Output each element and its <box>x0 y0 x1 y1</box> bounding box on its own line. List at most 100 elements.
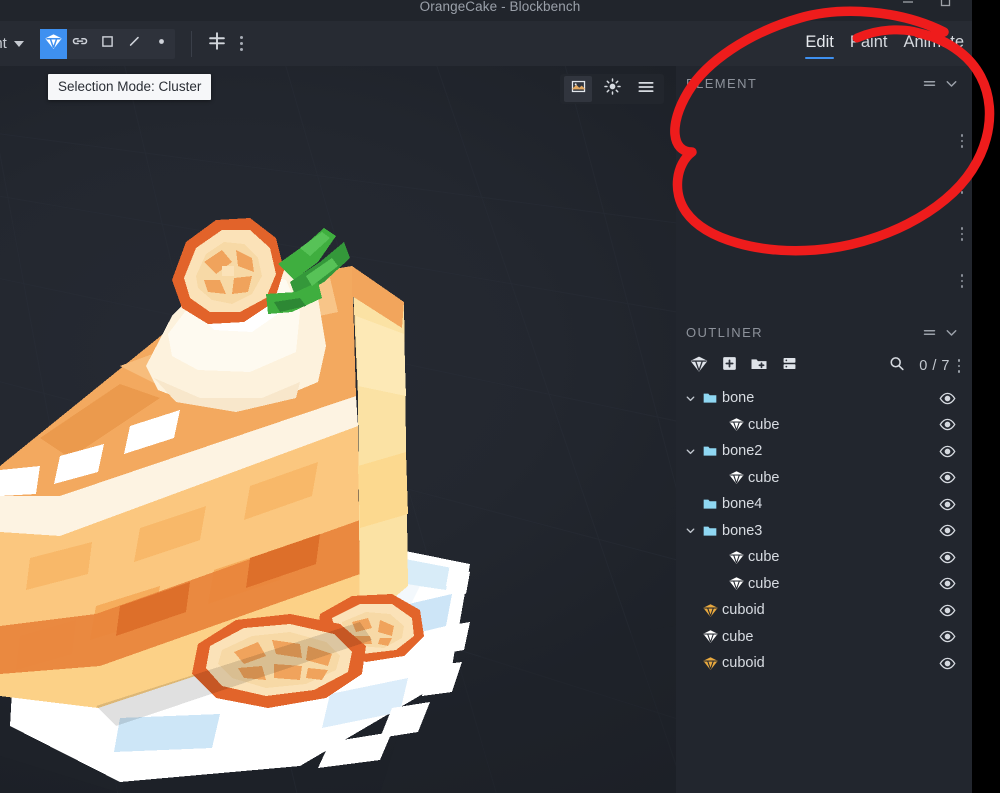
add-group-button[interactable] <box>744 352 774 380</box>
outliner-item-cube[interactable]: cube <box>676 571 972 598</box>
outliner-options-button[interactable] <box>774 352 804 380</box>
tab-animate[interactable]: Animate <box>903 33 964 54</box>
selection-mode-cluster[interactable] <box>39 28 67 59</box>
orange-cake-model[interactable] <box>0 66 676 793</box>
search-icon <box>887 354 906 378</box>
vertical-dots-icon <box>957 359 961 362</box>
maximize-button[interactable] <box>938 0 954 9</box>
selection-mode-face[interactable] <box>94 29 121 59</box>
outliner-item-bone[interactable]: bone <box>676 385 972 412</box>
parent-selector[interactable]: ent <box>0 35 32 52</box>
mode-tabs: Edit Paint Animate <box>676 21 972 66</box>
visibility-toggle-eye-icon[interactable] <box>936 602 958 619</box>
right-black-strip <box>972 0 1000 793</box>
outliner-item-bone3[interactable]: bone3 <box>676 518 972 545</box>
folder-icon <box>698 496 722 512</box>
element-panel-body <box>676 100 972 315</box>
outliner-item-label: bone4 <box>722 496 763 513</box>
window-title: OrangeCake - Blockbench <box>419 0 581 14</box>
folder-icon <box>698 390 722 406</box>
cube-icon <box>689 354 709 379</box>
folder-icon <box>698 523 722 539</box>
selection-mode-link[interactable] <box>67 29 94 59</box>
selection-mode-edge[interactable] <box>121 29 148 59</box>
outliner-item-cube[interactable]: cube <box>676 544 972 571</box>
cuboid-icon <box>698 655 722 672</box>
element-panel-collapse-button[interactable] <box>940 72 962 94</box>
visibility-toggle-eye-icon[interactable] <box>936 575 958 592</box>
tab-edit[interactable]: Edit <box>805 33 835 59</box>
cube-icon <box>724 416 748 433</box>
visibility-toggle-eye-icon[interactable] <box>936 549 958 566</box>
image-icon <box>570 78 587 100</box>
cube-icon <box>724 575 748 592</box>
visibility-toggle-eye-icon[interactable] <box>936 469 958 486</box>
selection-mode-vertex[interactable] <box>148 29 175 59</box>
chevron-down-icon <box>13 40 24 47</box>
outliner-item-label: bone2 <box>722 443 763 460</box>
outliner-item-label: cube <box>748 575 780 592</box>
outliner-search-button[interactable] <box>881 352 911 380</box>
panel-drag-handle[interactable] <box>957 134 967 148</box>
outliner-selection-count: 0 / 7 <box>919 358 950 374</box>
outliner-item-cube[interactable]: cube <box>676 412 972 439</box>
title-bar: OrangeCake - Blockbench <box>0 0 1000 21</box>
element-panel-title: ELEMENT <box>686 75 758 91</box>
outliner-panel-menu-button[interactable] <box>918 321 940 343</box>
chevron-down-icon[interactable] <box>682 445 698 458</box>
outliner-item-label: cube <box>748 416 780 433</box>
outliner-item-label: cube <box>748 549 780 566</box>
panel-drag-handle[interactable] <box>957 274 967 288</box>
outliner-item-label: cube <box>748 469 780 486</box>
cuboid-icon <box>698 602 722 619</box>
outliner-toolbar: 0 / 7 <box>676 349 972 383</box>
outliner-item-cube[interactable]: cube <box>676 465 972 492</box>
minimize-button[interactable] <box>900 0 916 9</box>
cube-icon <box>724 469 748 486</box>
panel-drag-handle[interactable] <box>957 227 967 241</box>
folder-icon <box>698 443 722 459</box>
outliner-item-bone4[interactable]: bone4 <box>676 491 972 518</box>
tab-paint[interactable]: Paint <box>850 33 888 54</box>
element-panel-menu-button[interactable] <box>918 72 940 94</box>
visibility-toggle-eye-icon[interactable] <box>936 496 958 513</box>
list-icon <box>780 354 799 378</box>
visibility-toggle-eye-icon[interactable] <box>936 628 958 645</box>
outliner-cube-filter-button[interactable] <box>684 352 714 380</box>
visibility-toggle-eye-icon[interactable] <box>936 522 958 539</box>
3d-viewport[interactable] <box>0 66 676 793</box>
outliner-item-cuboid[interactable]: cuboid <box>676 597 972 624</box>
visibility-toggle-eye-icon[interactable] <box>936 416 958 433</box>
chevron-down-icon[interactable] <box>682 524 698 537</box>
add-cube-button[interactable] <box>714 352 744 380</box>
selection-mode-tooltip: Selection Mode: Cluster <box>48 74 212 100</box>
hamburger-icon <box>636 77 656 102</box>
outliner-overflow-button[interactable] <box>952 359 966 373</box>
toolbar-overflow-button[interactable] <box>233 29 251 59</box>
visibility-toggle-eye-icon[interactable] <box>936 390 958 407</box>
element-panel-header: ELEMENT <box>676 66 972 100</box>
panel-drag-handle[interactable] <box>957 180 967 194</box>
outliner-item-cube[interactable]: cube <box>676 624 972 651</box>
viewport-menu-button[interactable] <box>632 76 660 102</box>
line-icon <box>126 33 143 55</box>
visibility-toggle-eye-icon[interactable] <box>936 443 958 460</box>
outliner-item-label: bone3 <box>722 522 763 539</box>
outliner-item-bone2[interactable]: bone2 <box>676 438 972 465</box>
toolbar-divider <box>190 30 192 57</box>
outliner-panel-collapse-button[interactable] <box>940 321 962 343</box>
visibility-toggle-eye-icon[interactable] <box>936 655 958 672</box>
chevron-down-icon[interactable] <box>682 392 698 405</box>
viewport-toolbar <box>560 74 664 104</box>
selection-mode-group <box>39 28 175 59</box>
cube-icon <box>724 549 748 566</box>
viewport-brightness-button[interactable] <box>598 76 626 102</box>
pivot-icon <box>206 30 228 57</box>
pivot-tool-button[interactable] <box>204 29 231 59</box>
cube-icon <box>44 32 63 56</box>
sun-icon <box>603 77 622 101</box>
folder-plus-icon <box>749 354 769 379</box>
viewport-background-button[interactable] <box>564 76 592 102</box>
outliner-item-cuboid[interactable]: cuboid <box>676 650 972 677</box>
outliner-panel-header: OUTLINER <box>676 315 972 349</box>
